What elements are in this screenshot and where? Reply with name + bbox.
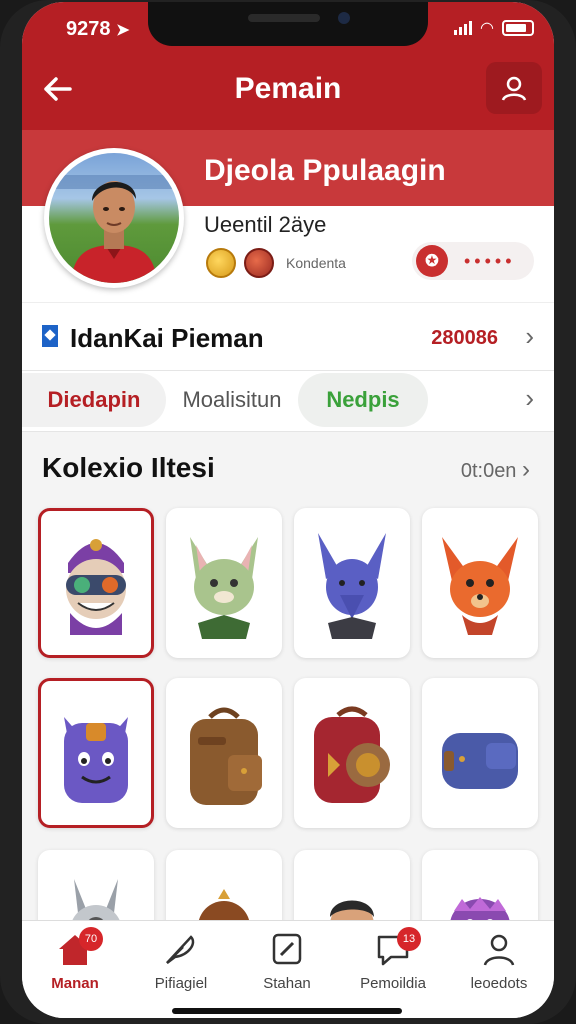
token-icon [244, 248, 274, 278]
nav-label: Manan [51, 975, 99, 992]
wifi-icon: ◠ [480, 20, 494, 37]
nav-pemoildia[interactable]: 13 Pemoildia [340, 927, 446, 1011]
nav-pifiagiel[interactable]: Pifiagiel [128, 931, 234, 1011]
more-dots-icon: ••••• [464, 250, 516, 271]
blue-fox-icon [318, 533, 386, 639]
user-icon [483, 934, 515, 966]
nav-label: leoedots [470, 975, 528, 992]
user-icon [501, 76, 527, 101]
nav-label: Stahan [263, 975, 311, 992]
signal-icon [454, 21, 473, 35]
collection-item[interactable] [38, 508, 154, 658]
flag-icon [42, 325, 58, 347]
collection-item[interactable] [422, 678, 538, 828]
collection-item[interactable] [166, 678, 282, 828]
tabs-scroll-right-icon[interactable]: › [525, 383, 534, 414]
page-title: Pemain [234, 72, 342, 105]
chevron-right-icon: › [525, 321, 534, 351]
collection-item[interactable] [294, 508, 410, 658]
profile-button[interactable] [486, 62, 542, 114]
nav-label: Pemoildia [360, 975, 426, 992]
status-time: 9278 ➤ [66, 18, 130, 40]
tab-moalisitun[interactable]: Moalisitun [172, 373, 292, 427]
collection-item[interactable] [422, 508, 538, 658]
orange-fox-icon [442, 537, 518, 635]
notification-badge: 13 [397, 927, 421, 951]
collection-item[interactable] [38, 678, 154, 828]
badge-label: Kondenta [286, 255, 346, 271]
tab-bar: Diedapin Moalisitun Nedpis › [22, 370, 554, 432]
notch [148, 2, 428, 46]
nav-stahan[interactable]: Stahan [234, 931, 340, 1011]
phone-frame: 9278 ➤ ◠ Pemain Djeola Ppulaagin Ueentil… [0, 0, 576, 1024]
green-cat-icon [190, 537, 258, 639]
collection-see-all[interactable]: 0t:0en › [461, 456, 530, 484]
battery-icon [502, 20, 534, 36]
tab-diedapin[interactable]: Diedapin [22, 373, 166, 427]
player-subtitle: Ueentil 2äye [204, 212, 327, 237]
blue-backpack-icon [442, 733, 518, 789]
square-icon [272, 933, 302, 965]
rank-label: IdanKai Pieman [70, 323, 264, 353]
player-badges: Kondenta [206, 248, 346, 278]
app-screen: 9278 ➤ ◠ Pemain Djeola Ppulaagin Ueentil… [22, 2, 554, 1018]
collection-title: Kolexio Iltesi [42, 452, 215, 483]
club-pill[interactable]: ✪ ••••• [412, 242, 534, 280]
club-crest-icon: ✪ [416, 245, 448, 277]
home-indicator [172, 1008, 402, 1014]
red-backpack-icon [314, 706, 390, 803]
brown-backpack-icon [190, 707, 262, 805]
nav-home[interactable]: 70 Manan [22, 927, 128, 1011]
location-icon: ➤ [116, 22, 130, 39]
collection-item[interactable] [166, 508, 282, 658]
player-name: Djeola Ppulaagin [204, 154, 446, 187]
tab-nedpis[interactable]: Nedpis [298, 373, 428, 427]
feather-icon [166, 935, 195, 964]
player-avatar[interactable] [44, 148, 184, 288]
purple-goggle-character-icon [66, 539, 126, 635]
bottom-nav: 70 Manan Pifiagiel Stahan 13 Pemoildia l… [22, 920, 554, 1018]
nav-label: Pifiagiel [154, 975, 208, 992]
notification-badge: 70 [79, 927, 103, 951]
rank-value: 280086 [431, 327, 498, 349]
status-icons: ◠ [454, 18, 534, 38]
purple-monster-backpack-icon [64, 717, 128, 803]
collection-item[interactable] [294, 678, 410, 828]
player-portrait-icon [49, 175, 179, 283]
rank-row[interactable]: IdanKai Pieman 280086 › [22, 302, 554, 370]
chevron-right-icon: › [522, 456, 530, 483]
nav-leoedots[interactable]: leoedots [446, 931, 552, 1011]
coin-icon [206, 248, 236, 278]
